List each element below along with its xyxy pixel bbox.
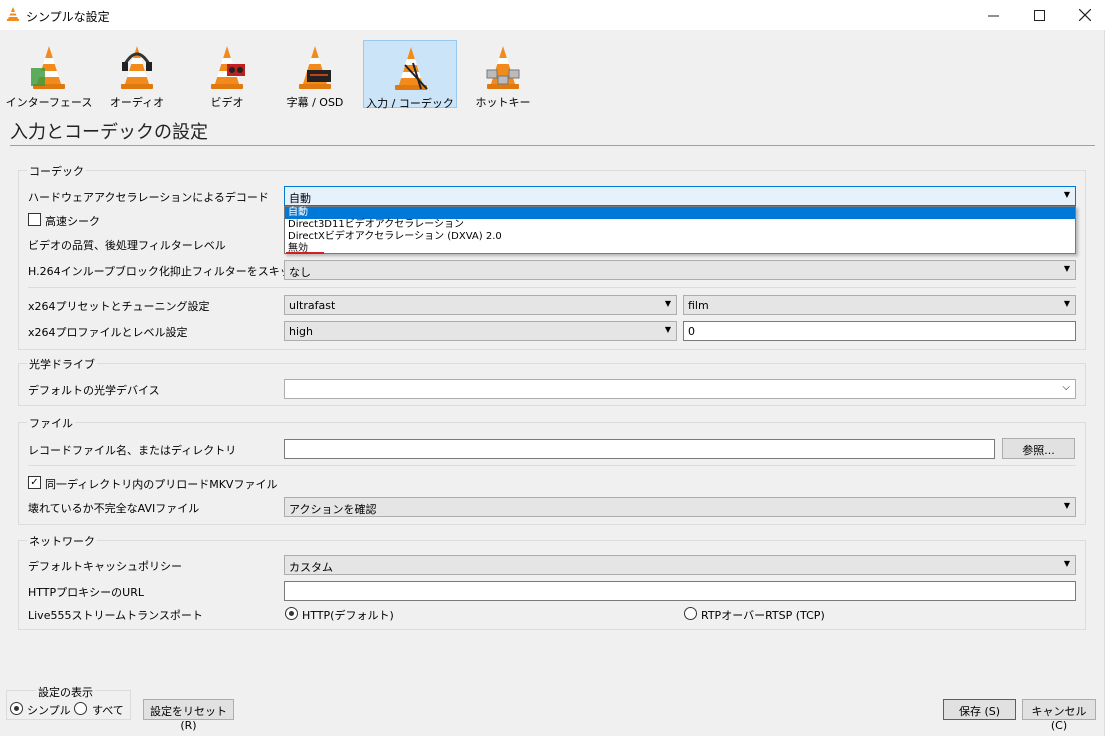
page-title: 入力とコーデックの設定 [10,122,208,143]
tab-hotkeys-label: ホットキー [475,96,531,109]
hw-decode-dropdown-list: 自動 Direct3D11ビデオアクセラレーション DirectXビデオアクセラ… [284,206,1076,254]
maximize-button[interactable] [1016,0,1062,30]
broken-avi-value: アクションを確認 [289,503,377,516]
dropdown-option-dxva2[interactable]: DirectXビデオアクセラレーション (DXVA) 2.0 [285,231,1075,243]
dropdown-option-d3d11[interactable]: Direct3D11ビデオアクセラレーション [285,219,1075,231]
cancel-button[interactable]: キャンセル (C) [1022,699,1096,732]
window-title: シンプルな設定 [26,10,110,24]
cache-policy-value: カスタム [289,561,333,574]
file-legend: ファイル [27,415,75,431]
vlc-app-icon [7,7,19,21]
http-proxy-label: HTTPプロキシーのURL [28,586,144,599]
x264-level-input[interactable]: 0 [683,321,1076,341]
maximize-icon [1033,9,1045,21]
fast-seek-label: 高速シーク [45,215,100,228]
title-divider [10,145,1095,146]
video-cone-icon [211,46,245,89]
http-proxy-input[interactable] [284,581,1076,601]
broken-avi-select[interactable]: アクションを確認 ▼ [284,497,1076,517]
x264-preset-value: ultrafast [289,299,336,312]
fast-seek-checkbox[interactable] [28,213,41,226]
live555-label: Live555ストリームトランスポート [28,609,203,622]
simple-mode-label: シンプル [27,704,71,717]
h264-skip-label: H.264インループブロック化抑止フィルターをスキップ [28,265,302,278]
optical-legend: 光学ドライブ [27,356,97,372]
optical-device-select[interactable]: ⌵ [284,379,1076,399]
reset-settings-button[interactable]: 設定をリセット (R) [143,699,234,732]
tab-subtitles-osd[interactable]: 字幕 / OSD [268,40,362,109]
tab-input-codecs-label: 入力 / コーデック [366,97,454,110]
x264-profile-select[interactable]: high ▼ [284,321,677,341]
red-underline-annotation [286,252,324,254]
live555-rtsp-label: RTPオーバーRTSP (TCP) [701,609,825,622]
record-path-input[interactable] [284,439,995,459]
x264-preset-select[interactable]: ultrafast ▼ [284,295,677,315]
chevron-down-icon: ▼ [1063,190,1070,199]
tab-hotkeys[interactable]: ホットキー [456,40,550,109]
all-mode-radio[interactable] [74,702,87,715]
save-button[interactable]: 保存 (S) [943,699,1016,720]
dropdown-option-disable[interactable]: 無効 [285,243,1075,255]
x264-tune-select[interactable]: film ▼ [683,295,1076,315]
chevron-down-icon: ▼ [1063,501,1070,510]
h264-skip-value: なし [289,266,311,279]
close-icon [1079,9,1091,21]
tab-audio-label: オーディオ [109,96,165,109]
live555-http-label: HTTP(デフォルト) [302,609,394,622]
x264-preset-label: x264プリセットとチューニング設定 [28,300,210,313]
background-window-edge [1104,30,1112,736]
hw-decode-select[interactable]: 自動 ▼ [284,186,1076,206]
tab-video-label: ビデオ [210,96,244,109]
subtitles-cone-icon [299,46,331,89]
x264-tune-value: film [688,299,709,312]
hw-decode-value: 自動 [289,192,311,205]
record-label: レコードファイル名、またはディレクトリ [28,444,237,457]
preload-mkv-checkbox[interactable]: ✓ [28,476,41,489]
show-settings-legend: 設定の表示 [36,684,95,700]
live555-http-radio[interactable] [285,607,298,620]
tab-subtitles-osd-label: 字幕 / OSD [286,96,344,109]
chevron-down-icon: ▼ [664,299,671,308]
h264-skip-select[interactable]: なし ▼ [284,260,1076,280]
browse-button[interactable]: 参照... [1002,438,1075,459]
dropdown-option-auto[interactable]: 自動 [285,207,1075,219]
cache-policy-select[interactable]: カスタム ▼ [284,555,1076,575]
interface-cone-icon [31,46,65,89]
hotkeys-cone-icon [486,46,520,89]
minimize-icon [987,15,999,16]
all-mode-label: すべて [92,704,124,717]
preload-mkv-label: 同一ディレクトリ内のプリロードMKVファイル [45,478,278,491]
chevron-down-icon: ⌵ [1062,382,1070,393]
audio-cone-icon [121,46,153,89]
checkmark-icon: ✓ [30,477,39,488]
file-divider [28,465,1076,466]
chevron-down-icon: ▼ [664,325,671,334]
x264-profile-value: high [289,325,313,338]
postproc-label: ビデオの品質、後処理フィルターレベル [28,239,226,252]
input-codec-cone-icon [395,47,428,90]
cache-policy-label: デフォルトキャッシュポリシー [28,560,182,573]
tab-input-codecs[interactable]: 入力 / コーデック [363,40,457,110]
chevron-down-icon: ▼ [1063,559,1070,568]
chevron-down-icon: ▼ [1063,264,1070,273]
chevron-down-icon: ▼ [1063,299,1070,308]
simple-mode-radio[interactable] [10,702,23,715]
category-toolbar: インターフェース オーディオ ビデオ 字幕 / OSD 入力 / コーデック ホ… [0,38,560,110]
network-legend: ネットワーク [27,533,97,549]
tab-interface-label: インターフェース [5,96,93,109]
tab-video[interactable]: ビデオ [180,40,274,109]
tab-audio[interactable]: オーディオ [90,40,184,109]
title-bar: シンプルな設定 [0,0,1112,30]
live555-rtsp-radio[interactable] [684,607,697,620]
broken-avi-label: 壊れているか不完全なAVIファイル [28,502,200,515]
optical-device-label: デフォルトの光学デバイス [28,384,160,397]
hw-decode-label: ハードウェアアクセラレーションによるデコード [28,191,269,204]
codec-legend: コーデック [27,163,86,179]
codec-divider [28,287,1076,288]
minimize-button[interactable] [970,0,1016,30]
x264-profile-label: x264プロファイルとレベル設定 [28,326,188,339]
tab-interface[interactable]: インターフェース [2,40,96,109]
close-button[interactable] [1062,0,1108,30]
